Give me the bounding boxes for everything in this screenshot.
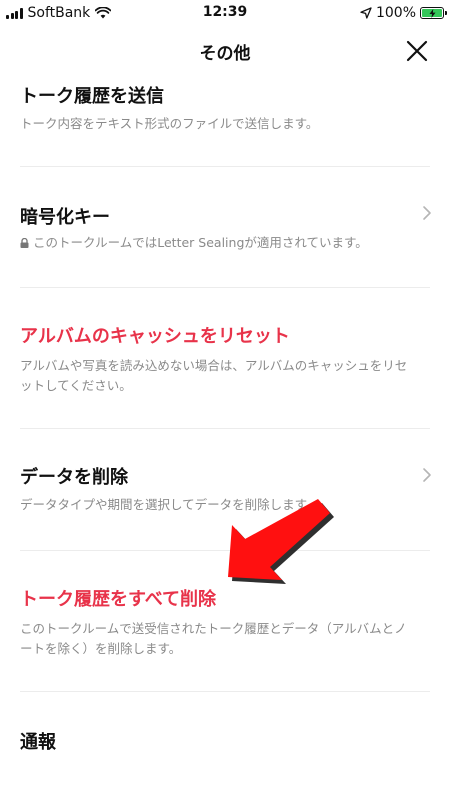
item-description: トーク内容をテキスト形式のファイルで送信します。 <box>20 116 319 131</box>
status-right: 100% <box>360 4 447 22</box>
item-title: 暗号化キー <box>20 207 110 228</box>
item-description: このトークルームで送受信されたトーク履歴とデータ（アルバムとノートを除く）を削除… <box>20 621 407 656</box>
battery-icon <box>420 7 447 19</box>
list-item-report[interactable]: 通報 <box>0 692 450 800</box>
header: その他 <box>0 26 450 76</box>
charging-bolt-icon <box>429 8 435 18</box>
item-description: このトークルームではLetter Sealingが適用されています。 <box>33 235 368 250</box>
chevron-right-icon <box>423 206 431 220</box>
close-icon <box>406 40 428 62</box>
lock-icon <box>20 238 29 248</box>
battery-percent: 100% <box>375 5 416 21</box>
list-item-delete-all-talk-history[interactable]: トーク履歴をすべて削除 このトークルームで送受信されたトーク履歴とデータ（アルバ… <box>0 551 450 691</box>
item-title: トーク履歴を送信 <box>20 86 164 107</box>
item-title: アルバムのキャッシュをリセット <box>20 326 290 347</box>
item-title: データを削除 <box>20 467 128 488</box>
list-item-delete-data[interactable]: データを削除 データタイプや期間を選択してデータを削除します。 <box>0 429 450 550</box>
chevron-right-icon <box>423 468 431 482</box>
item-description: アルバムや写真を読み込めない場合は、アルバムのキャッシュをリセットしてください。 <box>20 358 408 393</box>
list-item-reset-album-cache[interactable]: アルバムのキャッシュをリセット アルバムや写真を読み込めない場合は、アルバムのキ… <box>0 288 450 428</box>
item-title: 通報 <box>20 732 56 753</box>
status-bar: SoftBank 12:39 100% <box>0 0 450 26</box>
list-item-send-talk-history[interactable]: トーク履歴を送信 トーク内容をテキスト形式のファイルで送信します。 <box>0 76 450 166</box>
item-title: トーク履歴をすべて削除 <box>20 589 217 610</box>
item-description-row: このトークルームではLetter Sealingが適用されています。 <box>20 233 415 253</box>
list-item-encryption-key[interactable]: 暗号化キー このトークルームではLetter Sealingが適用されています。 <box>0 167 450 287</box>
location-icon <box>360 7 372 19</box>
item-description: データタイプや期間を選択してデータを削除します。 <box>20 497 319 512</box>
screen: SoftBank 12:39 100% その他 トーク履歴を送信 トーク内容をテ… <box>0 0 450 800</box>
close-button[interactable] <box>404 38 430 64</box>
page-title: その他 <box>199 44 251 64</box>
